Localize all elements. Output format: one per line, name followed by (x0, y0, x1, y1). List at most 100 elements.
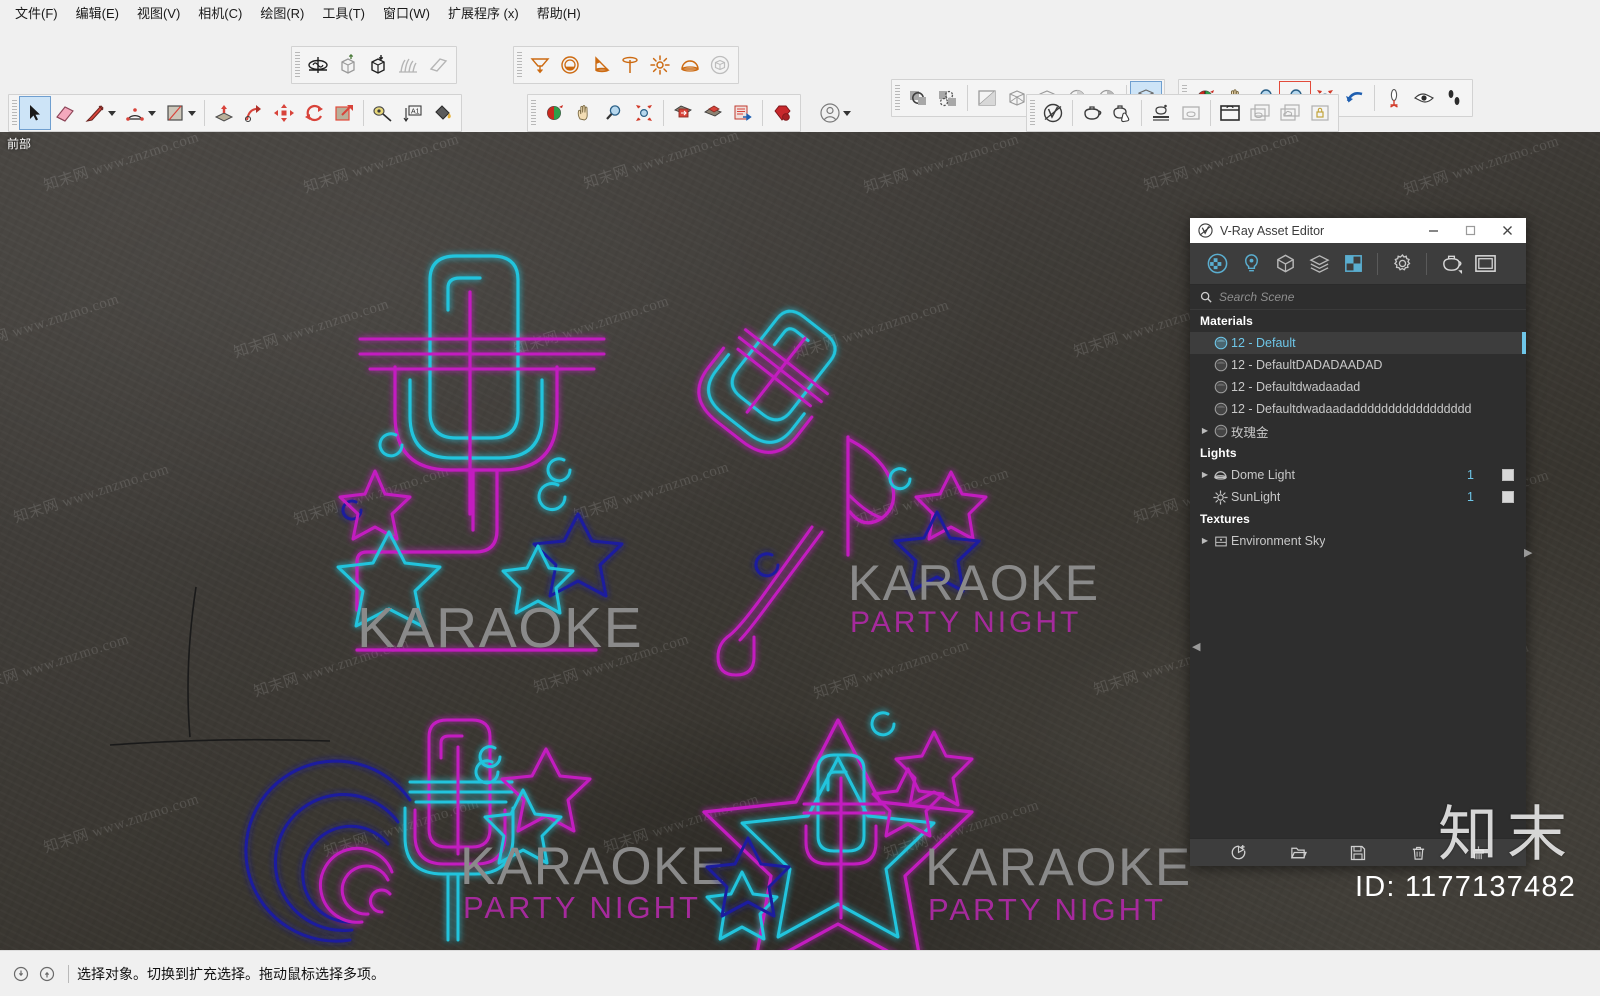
vray-clipper-button[interactable] (423, 49, 453, 81)
add-asset-button[interactable] (1225, 842, 1251, 864)
rotate-tool-button[interactable] (299, 97, 329, 129)
menu-help[interactable]: 帮助(H) (528, 0, 590, 25)
walk-tool-button[interactable] (1439, 82, 1469, 114)
render-elements-tab[interactable] (1302, 247, 1336, 281)
toolbar-grip[interactable] (1030, 100, 1035, 126)
geometry-tab[interactable] (1268, 247, 1302, 281)
paint-bucket-tool-button[interactable] (428, 97, 458, 129)
collapse-right-arrow[interactable]: ▶ (1524, 546, 1532, 559)
vray-ies-light-button[interactable] (615, 49, 645, 81)
toolbar-grip[interactable] (12, 100, 17, 126)
toolbar-grip[interactable] (517, 52, 522, 78)
maximize-button[interactable] (1452, 218, 1489, 243)
asset-row-material-rosegold[interactable]: ▶ 玫瑰金 (1190, 420, 1526, 442)
arc-tool-button[interactable] (120, 97, 150, 129)
asset-row-sunlight[interactable]: SunLight 1 (1190, 486, 1526, 508)
pan-tool-button-2[interactable] (569, 97, 599, 129)
light-enable-checkbox[interactable] (1502, 469, 1514, 481)
vray-render-last-button[interactable] (1146, 97, 1176, 129)
look-around-button[interactable] (1409, 82, 1439, 114)
expand-triangle-icon[interactable]: ▶ (1200, 537, 1210, 545)
vray-mesh-light-button[interactable] (705, 49, 735, 81)
make-component-button[interactable] (668, 97, 698, 129)
light-enable-checkbox[interactable] (1502, 491, 1514, 503)
menu-draw[interactable]: 绘图(R) (251, 0, 313, 25)
eraser-tool-button[interactable] (50, 97, 80, 129)
vray-asset-editor-window[interactable]: V-Ray Asset Editor Search Scene Material… (1190, 218, 1526, 866)
materials-tab[interactable] (1200, 247, 1234, 281)
lights-tab[interactable] (1234, 247, 1268, 281)
settings-tab[interactable] (1385, 247, 1419, 281)
minimize-button[interactable] (1415, 218, 1452, 243)
vray-fur-button[interactable] (393, 49, 423, 81)
asset-row-material-dwadaadad[interactable]: 12 - Defaultdwadaadad (1190, 376, 1526, 398)
asset-row-material-dadadaadad[interactable]: 12 - DefaultDADADAADAD (1190, 354, 1526, 376)
vray-title-bar[interactable]: V-Ray Asset Editor (1190, 218, 1526, 243)
pushpull-tool-button[interactable] (209, 97, 239, 129)
vray-render-interactive-button[interactable] (1107, 97, 1137, 129)
info-context-icon[interactable] (8, 961, 34, 987)
scale-tool-button[interactable] (329, 97, 359, 129)
vray-render-button[interactable] (1077, 97, 1107, 129)
expand-triangle-icon[interactable]: ▶ (1200, 471, 1210, 479)
asset-row-environment-sky[interactable]: ▶ Environment Sky (1190, 530, 1526, 552)
textures-tab[interactable] (1336, 247, 1370, 281)
close-button[interactable] (1489, 218, 1526, 243)
asset-list[interactable]: Materials 12 - Default 12 - DefaultDADAD… (1190, 310, 1526, 838)
menu-file[interactable]: 文件(F) (6, 0, 67, 25)
frame-buffer-button[interactable] (1468, 247, 1502, 281)
tape-measure-tool-button[interactable] (368, 97, 398, 129)
vray-rectangle-light-button[interactable] (525, 49, 555, 81)
vray-omni-light-button[interactable] (645, 49, 675, 81)
menu-camera[interactable]: 相机(C) (189, 0, 251, 25)
vray-infinite-plane-button[interactable] (303, 49, 333, 81)
collapse-left-arrow[interactable]: ◀ (1192, 640, 1200, 653)
expand-triangle-icon[interactable]: ▶ (1200, 427, 1210, 435)
asset-row-material-default[interactable]: 12 - Default (1190, 332, 1526, 354)
vray-dome-light-button[interactable] (675, 49, 705, 81)
vray-spot-light-button[interactable] (585, 49, 615, 81)
search-bar[interactable] (1190, 285, 1526, 310)
search-input[interactable] (1219, 290, 1513, 304)
open-asset-button[interactable] (1285, 842, 1311, 864)
shadows-toggle-button[interactable] (903, 82, 933, 114)
asset-row-dome-light[interactable]: ▶ Dome Light 1 (1190, 464, 1526, 486)
menu-tools[interactable]: 工具(T) (313, 0, 374, 25)
save-asset-button[interactable] (1345, 842, 1371, 864)
info-detail-icon[interactable] (34, 961, 60, 987)
vray-asset-editor-button[interactable] (1038, 97, 1068, 129)
text-tool-button[interactable]: A1 (398, 97, 428, 129)
menu-edit[interactable]: 编辑(E) (67, 0, 128, 25)
vray-frame-buffer-button[interactable] (1215, 97, 1245, 129)
vray-viewport-render-button[interactable] (1245, 97, 1275, 129)
zoom-extents-tool-button-2[interactable] (629, 97, 659, 129)
position-camera-button[interactable] (1379, 82, 1409, 114)
component-options-button[interactable] (698, 97, 728, 129)
select-tool-button[interactable] (19, 96, 51, 130)
rectangle-tool-button[interactable] (160, 97, 190, 129)
fog-toggle-button[interactable] (933, 82, 963, 114)
followme-tool-button[interactable] (239, 97, 269, 129)
zoom-tool-button-2[interactable] (599, 97, 629, 129)
toolbar-grip[interactable] (295, 52, 300, 78)
toolbar-grip[interactable] (895, 85, 900, 111)
menu-view[interactable]: 视图(V) (128, 0, 189, 25)
user-account-button[interactable] (815, 97, 845, 129)
vray-cloud-render-button[interactable] (1275, 97, 1305, 129)
vray-proxy-export-button[interactable] (333, 49, 363, 81)
asset-row-material-dwadaadadddd[interactable]: 12 - Defaultdwadaadaddddddddddddddddd (1190, 398, 1526, 420)
move-tool-button[interactable] (269, 97, 299, 129)
toolbar-grip[interactable] (531, 100, 536, 126)
vray-lock-render-button[interactable] (1305, 97, 1335, 129)
orbit-tool-button-2[interactable] (539, 97, 569, 129)
menu-extensions[interactable]: 扩展程序 (x) (439, 0, 528, 25)
render-button[interactable] (1434, 247, 1468, 281)
menu-window[interactable]: 窗口(W) (374, 0, 439, 25)
line-tool-button[interactable] (80, 97, 110, 129)
export-component-button[interactable] (728, 97, 758, 129)
delete-asset-button[interactable] (1405, 842, 1431, 864)
vray-batch-render-button[interactable] (1176, 97, 1206, 129)
previous-view-button[interactable] (1340, 82, 1370, 114)
vray-sphere-light-button[interactable] (555, 49, 585, 81)
vray-proxy-import-button[interactable] (363, 49, 393, 81)
